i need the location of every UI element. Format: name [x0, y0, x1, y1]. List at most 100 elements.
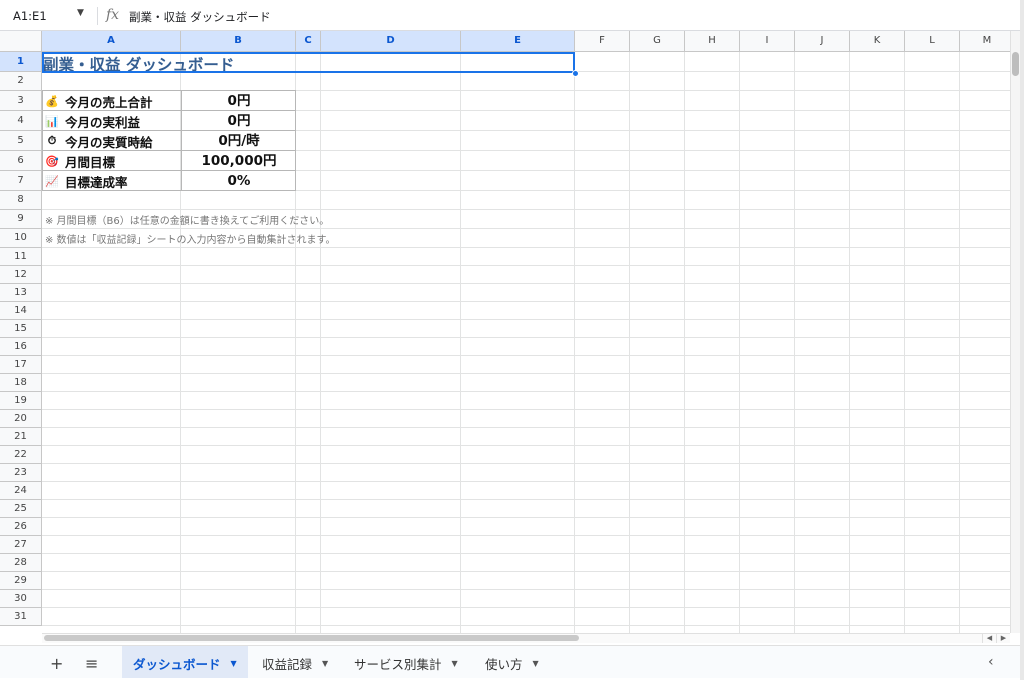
row-header-22[interactable]: 22 — [0, 446, 42, 464]
row-header-1[interactable]: 1 — [0, 52, 42, 72]
column-header-f[interactable]: F — [575, 31, 630, 52]
stopwatch-icon: ⏱ — [47, 134, 57, 147]
kpi-label-text: 月間目標 — [65, 154, 116, 170]
name-box[interactable]: A1:E1 ▼ — [0, 0, 96, 31]
all-sheets-menu-icon[interactable]: ≡ — [85, 654, 98, 673]
gridline — [42, 553, 1010, 554]
gridline — [42, 391, 1010, 392]
select-all-corner[interactable] — [0, 31, 42, 52]
vertical-scroll-thumb[interactable] — [1012, 52, 1019, 76]
caret-down-icon: ▼ — [451, 659, 458, 668]
row-header-5[interactable]: 5 — [0, 131, 42, 151]
chevron-left-icon[interactable]: ‹ — [988, 654, 994, 670]
vertical-scrollbar[interactable] — [1010, 31, 1020, 633]
row-header-2[interactable]: 2 — [0, 72, 42, 91]
name-box-value: A1:E1 — [13, 9, 47, 23]
row-header-3[interactable]: 3 — [0, 91, 42, 111]
kpi-value-hourly[interactable]: 0円/時 — [182, 131, 296, 151]
row-header-23[interactable]: 23 — [0, 464, 42, 482]
divider — [97, 7, 98, 25]
row-header-24[interactable]: 24 — [0, 482, 42, 500]
add-sheet-icon[interactable]: + — [50, 654, 63, 673]
fill-handle[interactable] — [572, 70, 579, 77]
gridline — [42, 337, 1010, 338]
kpi-label-achievement[interactable]: 📈 目標達成率 — [44, 171, 127, 191]
row-header-30[interactable]: 30 — [0, 590, 42, 608]
row-header-21[interactable]: 21 — [0, 428, 42, 446]
column-header-j[interactable]: J — [795, 31, 850, 52]
row-header-20[interactable]: 20 — [0, 410, 42, 428]
row-header-13[interactable]: 13 — [0, 284, 42, 302]
gridline — [42, 265, 1010, 266]
bar-chart-icon: 📊 — [45, 114, 59, 128]
row-header-19[interactable]: 19 — [0, 392, 42, 410]
gridline — [42, 283, 1010, 284]
row-header-17[interactable]: 17 — [0, 356, 42, 374]
column-header-c[interactable]: C — [296, 31, 321, 52]
row-header-15[interactable]: 15 — [0, 320, 42, 338]
kpi-value-profit[interactable]: 0円 — [182, 111, 296, 131]
note-cell[interactable]: ※ 数値は「収益記録」シートの入力内容から自動集計されます。 — [45, 231, 336, 246]
row-header-7[interactable]: 7 — [0, 171, 42, 191]
kpi-value-sales[interactable]: 0円 — [182, 91, 296, 111]
column-header-a[interactable]: A — [42, 31, 181, 52]
gridline — [42, 373, 1010, 374]
column-header-h[interactable]: H — [685, 31, 740, 52]
kpi-value-achievement[interactable]: 0% — [182, 171, 296, 191]
caret-down-icon: ▼ — [322, 659, 329, 668]
kpi-value-goal[interactable]: 100,000円 — [182, 151, 296, 171]
scroll-left-icon[interactable]: ◀ — [982, 633, 996, 643]
column-header-b[interactable]: B — [181, 31, 296, 52]
kpi-label-text: 今月の実質時給 — [65, 134, 153, 150]
column-header-i[interactable]: I — [740, 31, 795, 52]
column-header-m[interactable]: M — [960, 31, 1010, 52]
note-cell[interactable]: ※ 月間目標（B6）は任意の金額に書き換えてご利用ください。 — [45, 212, 329, 227]
column-header-g[interactable]: G — [630, 31, 685, 52]
column-header-d[interactable]: D — [321, 31, 461, 52]
kpi-label-hourly[interactable]: ⏱ 今月の実質時給 — [44, 131, 153, 151]
gridline — [629, 52, 630, 633]
row-header-8[interactable]: 8 — [0, 191, 42, 210]
row-header-11[interactable]: 11 — [0, 248, 42, 266]
row-header-6[interactable]: 6 — [0, 151, 42, 171]
kpi-label-sales[interactable]: 💰 今月の売上合計 — [44, 91, 153, 111]
tab-how-to-use[interactable]: 使い方 ▼ — [474, 646, 550, 678]
gridline — [42, 571, 1010, 572]
spreadsheet-window: A1:E1 ▼ fx 副業・収益 ダッシュボード ABCDEFGHIJKLM12… — [0, 0, 1020, 678]
kpi-label-text: 今月の実利益 — [65, 114, 141, 130]
row-header-16[interactable]: 16 — [0, 338, 42, 356]
row-header-14[interactable]: 14 — [0, 302, 42, 320]
gridline — [794, 52, 795, 633]
gridline — [460, 52, 461, 633]
scroll-right-icon[interactable]: ▶ — [996, 633, 1010, 643]
selection-range — [42, 52, 575, 73]
row-header-29[interactable]: 29 — [0, 572, 42, 590]
column-header-e[interactable]: E — [461, 31, 575, 52]
gridline — [42, 319, 1010, 320]
row-header-10[interactable]: 10 — [0, 229, 42, 248]
kpi-label-profit[interactable]: 📊 今月の実利益 — [44, 111, 140, 131]
row-header-25[interactable]: 25 — [0, 500, 42, 518]
tab-service-summary[interactable]: サービス別集計 ▼ — [343, 646, 469, 678]
tab-dashboard[interactable]: ダッシュボード ▼ — [122, 646, 248, 678]
row-header-27[interactable]: 27 — [0, 536, 42, 554]
gridline — [42, 409, 1010, 410]
kpi-label-text: 今月の売上合計 — [65, 94, 153, 110]
tab-revenue-log[interactable]: 収益記録 ▼ — [251, 646, 339, 678]
caret-down-icon: ▼ — [532, 659, 539, 668]
row-header-4[interactable]: 4 — [0, 111, 42, 131]
row-header-31[interactable]: 31 — [0, 608, 42, 626]
column-header-k[interactable]: K — [850, 31, 905, 52]
tab-label: ダッシュボード — [133, 657, 221, 672]
row-header-9[interactable]: 9 — [0, 210, 42, 229]
kpi-label-goal[interactable]: 🎯 月間目標 — [44, 151, 115, 171]
column-header-l[interactable]: L — [905, 31, 960, 52]
caret-down-icon[interactable]: ▼ — [77, 8, 84, 18]
formula-input[interactable]: 副業・収益 ダッシュボード — [129, 9, 271, 25]
horizontal-scroll-thumb[interactable] — [44, 635, 579, 641]
row-header-12[interactable]: 12 — [0, 266, 42, 284]
row-header-26[interactable]: 26 — [0, 518, 42, 536]
row-header-18[interactable]: 18 — [0, 374, 42, 392]
gridline — [42, 517, 1010, 518]
row-header-28[interactable]: 28 — [0, 554, 42, 572]
